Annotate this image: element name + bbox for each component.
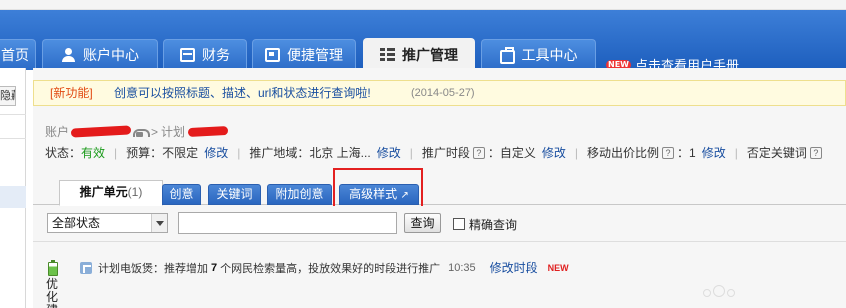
tip-prefix: 计划电饭煲：推荐增加 (98, 262, 208, 275)
tab-keyword[interactable]: 关键词 (208, 184, 261, 205)
status-label: 状态： (45, 146, 82, 160)
notice-tag: [新功能] (50, 86, 93, 100)
help-icon[interactable]: ? (472, 146, 485, 159)
watermark-mark (727, 289, 735, 297)
optimize-panel[interactable]: 优化建 (45, 258, 63, 308)
divider: | (574, 145, 578, 160)
sidebar-divider (0, 138, 26, 139)
tab-tool-center[interactable]: 工具中心 (481, 39, 596, 70)
redacted-plan-name[interactable] (187, 125, 229, 138)
sidebar-selected-row[interactable] (0, 186, 26, 208)
status-select-value: 全部状态 (52, 216, 101, 230)
tab-account-center-label: 账户中心 (83, 47, 139, 63)
tab-promotion-manage-label: 推广管理 (402, 46, 458, 63)
query-input[interactable] (178, 212, 397, 234)
notice-date: (2014-05-27) (411, 87, 475, 99)
budget-value: 不限定 (162, 146, 199, 160)
watermark (703, 283, 763, 303)
breadcrumb-plan-label: 计划 (161, 125, 186, 139)
tip-suffix: 个网民检索量高，投放效果好的时段进行推广 (220, 262, 441, 275)
divider: | (114, 145, 118, 160)
divider: | (409, 145, 413, 160)
tab-account-center[interactable]: 账户中心 (42, 39, 158, 70)
mobile-bid-edit-link[interactable]: 修改 (702, 144, 726, 161)
tab-home-label: 首页 (1, 47, 29, 63)
watermark-mark (713, 285, 725, 297)
tab-promotion-manage[interactable]: 推广管理 (363, 38, 475, 70)
mobile-bid-label: 移动出价比例 (587, 146, 660, 160)
modify-time-link[interactable]: 修改时段 (490, 259, 538, 276)
tab-promotion-unit-count: (1) (127, 185, 143, 199)
plan-info-row: 状态： 有效 | 预算： 不限定 修改 | 推广地域： 北京 上海... 修改 … (45, 144, 825, 161)
main-navbar: 首页 账户中心 财务 便捷管理 推广管理 工具中心 NEW 点击查看用户手册 (0, 10, 846, 73)
plan-icon (80, 261, 92, 274)
breadcrumb-account-label: 账户 (45, 125, 70, 139)
tab-quick-manage[interactable]: 便捷管理 (252, 39, 356, 70)
divider: | (237, 145, 241, 160)
tab-finance-label: 财务 (202, 47, 230, 63)
budget-label: 预算： (126, 146, 163, 160)
time-value: ：自定义 (487, 146, 536, 160)
tab-quick-manage-label: 便捷管理 (287, 47, 343, 63)
time-edit-link[interactable]: 修改 (542, 144, 566, 161)
time-label: 推广时段 (421, 146, 470, 160)
region-edit-link[interactable]: 修改 (377, 144, 401, 161)
new-feature-notice: [新功能] 创意可以按照标题、描述、url和状态进行查询啦! (2014-05-… (33, 80, 846, 106)
browser-top-strip (0, 0, 846, 10)
mobile-bid-value: ：1 (677, 146, 696, 160)
budget-edit-link[interactable]: 修改 (204, 144, 228, 161)
breadcrumb-separator: > (151, 124, 159, 139)
screen-icon (265, 48, 280, 62)
chevron-down-icon[interactable] (151, 214, 167, 232)
status-value: 有效 (81, 146, 106, 160)
redacted-account-name[interactable] (70, 125, 132, 138)
exact-query-label: 精确查询 (469, 218, 518, 232)
negative-keyword-label: 否定关键词 (746, 146, 807, 160)
region-value: 北京 上海... (309, 146, 371, 160)
battery-icon (48, 260, 58, 276)
highlight-box (333, 168, 423, 211)
region-label: 推广地域： (249, 146, 310, 160)
query-button[interactable]: 查询 (404, 213, 441, 233)
tab-creative[interactable]: 创意 (162, 184, 201, 205)
sidebar-hide-button[interactable]: 隐藏 (0, 86, 16, 106)
optimization-tip: 计划电饭煲：推荐增加 7 个网民检索量高，投放效果好的时段进行推广 10:35 … (80, 259, 569, 276)
sidebar-divider (0, 114, 26, 115)
divider: | (734, 145, 738, 160)
tab-promotion-unit[interactable]: 推广单元(1) (59, 180, 163, 206)
briefcase-icon (499, 47, 515, 64)
breadcrumb: 账户 > 计划 (45, 123, 229, 140)
notice-message[interactable]: 创意可以按照标题、描述、url和状态进行查询啦! (114, 81, 371, 105)
tip-new-badge: NEW (547, 262, 569, 273)
tab-extra-creative[interactable]: 附加创意 (267, 184, 332, 205)
exact-query-checkbox[interactable] (453, 218, 465, 230)
optimize-label: 优化建 (46, 277, 59, 308)
sub-tab-bar: 推广单元(1) 创意 关键词 附加创意 高级样式 ↗ (33, 180, 846, 206)
tab-promotion-unit-label: 推广单元 (79, 185, 128, 199)
tip-time: 10:35 (448, 261, 476, 274)
tab-finance[interactable]: 财务 (163, 39, 247, 70)
help-icon[interactable]: ? (662, 146, 675, 159)
watermark-mark (703, 289, 711, 297)
help-icon[interactable]: ? (809, 146, 822, 159)
status-select[interactable]: 全部状态 (47, 213, 168, 233)
tab-home[interactable]: 首页 (0, 39, 36, 70)
main-content: [新功能] 创意可以按照标题、描述、url和状态进行查询啦! (2014-05-… (33, 68, 846, 308)
user-icon (61, 48, 76, 62)
tab-tool-center-label: 工具中心 (521, 47, 578, 63)
phone-icon (133, 126, 151, 137)
filter-toolbar: 全部状态 查询 精确查询 (33, 206, 846, 242)
grid-icon (380, 47, 395, 62)
left-sidebar: 隐藏 (0, 68, 26, 308)
card-icon (180, 48, 195, 62)
tip-count: 7 (211, 261, 218, 274)
